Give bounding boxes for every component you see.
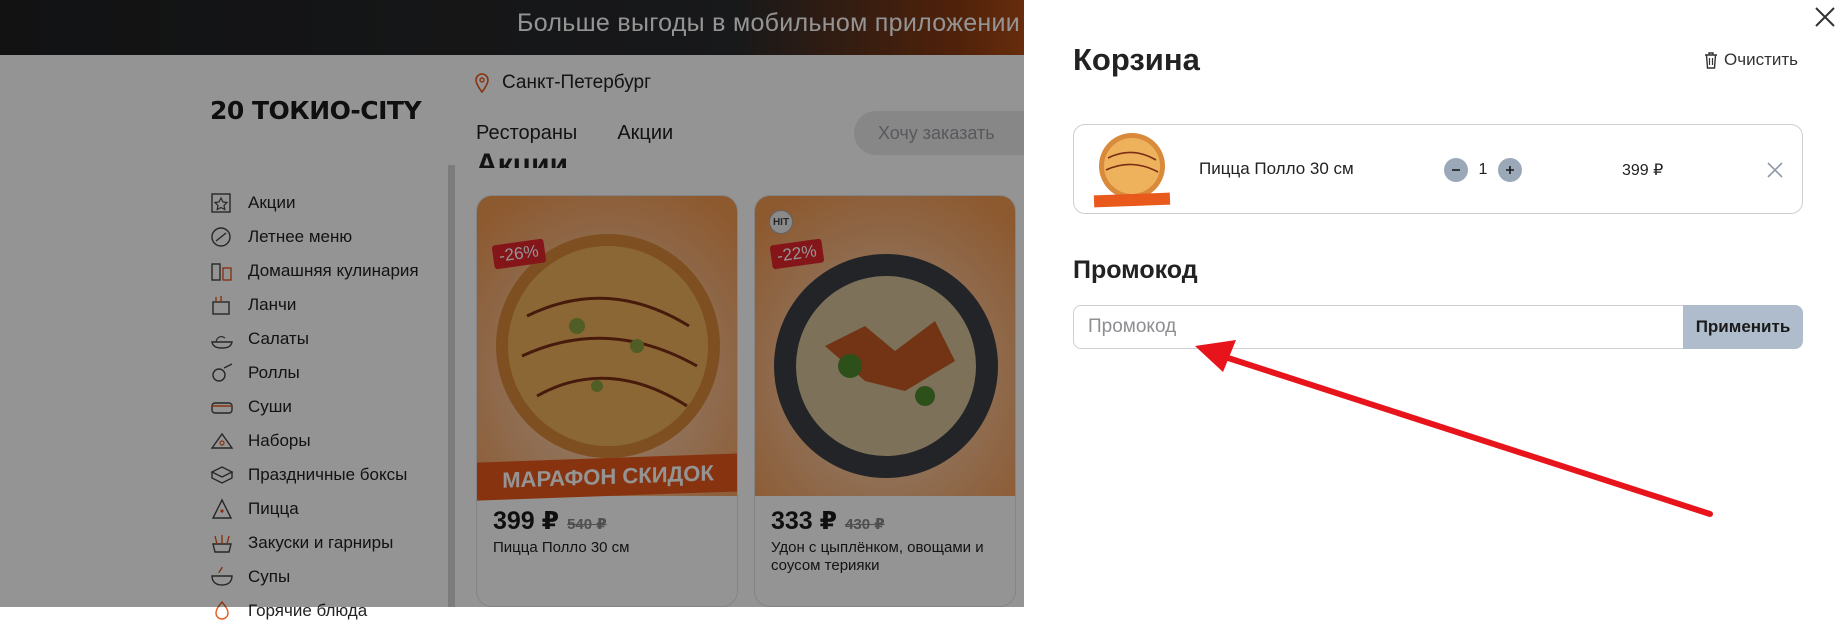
remove-item-icon[interactable] [1766,161,1784,179]
cart-drawer [1024,0,1840,607]
cart-item: Пицца Полло 30 см 1 399 ₽ [1073,124,1803,214]
clear-cart-label: Очистить [1724,50,1799,69]
plus-icon [1506,166,1514,174]
cart-title: Корзина [1073,42,1200,77]
quantity-value: 1 [1478,161,1488,178]
apply-promo-button[interactable]: Применить [1683,305,1803,349]
trash-icon [1705,52,1717,69]
decrease-qty-button[interactable] [1444,158,1468,182]
cart-item-price: 399 ₽ [1622,162,1664,179]
cart-item-name: Пицца Полло 30 см [1199,159,1354,178]
cart-item-image [1093,133,1171,208]
minus-icon [1452,169,1460,171]
increase-qty-button[interactable] [1498,158,1522,182]
promo-code-input[interactable] [1073,305,1684,349]
modal-overlay[interactable] [0,0,1024,607]
promo-title: Промокод [1073,256,1198,284]
close-drawer-icon[interactable] [1812,4,1838,30]
clear-cart-button[interactable]: Очистить [1704,50,1798,70]
quantity-stepper: 1 [1444,158,1522,182]
